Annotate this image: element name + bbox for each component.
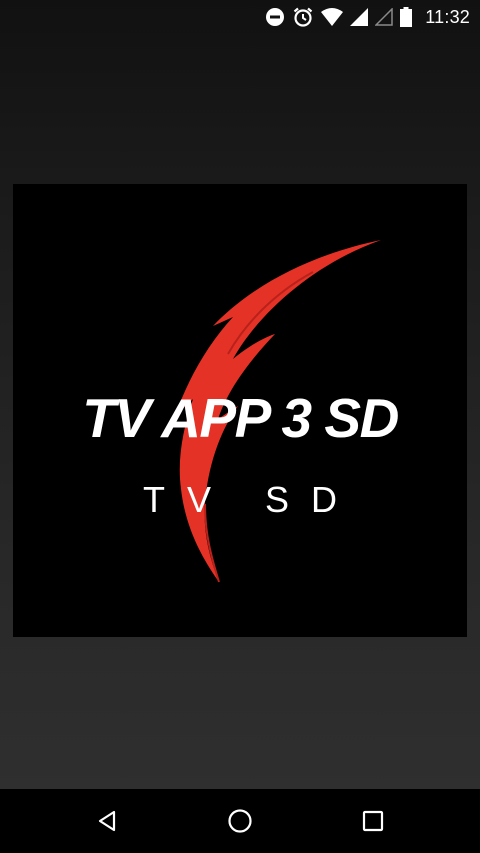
battery-icon xyxy=(400,7,413,27)
signal-icon xyxy=(350,8,369,26)
home-icon xyxy=(227,808,253,834)
status-icons: 11:32 xyxy=(265,0,470,34)
back-button[interactable] xyxy=(83,797,131,845)
recents-button[interactable] xyxy=(349,797,397,845)
recents-icon xyxy=(362,810,384,832)
splash-logo: TV APP 3 SD TV SD xyxy=(13,184,467,637)
app-subtitle: TV SD xyxy=(142,479,359,520)
app-title: TV APP 3 SD xyxy=(82,387,399,449)
home-button[interactable] xyxy=(216,797,264,845)
alarm-icon xyxy=(292,6,314,28)
back-icon xyxy=(95,809,119,833)
navigation-bar xyxy=(0,789,480,853)
status-bar: 11:32 xyxy=(0,0,480,34)
do-not-disturb-icon xyxy=(265,7,285,27)
signal-empty-icon xyxy=(375,8,394,26)
clock: 11:32 xyxy=(425,6,470,27)
wifi-icon xyxy=(321,8,344,26)
